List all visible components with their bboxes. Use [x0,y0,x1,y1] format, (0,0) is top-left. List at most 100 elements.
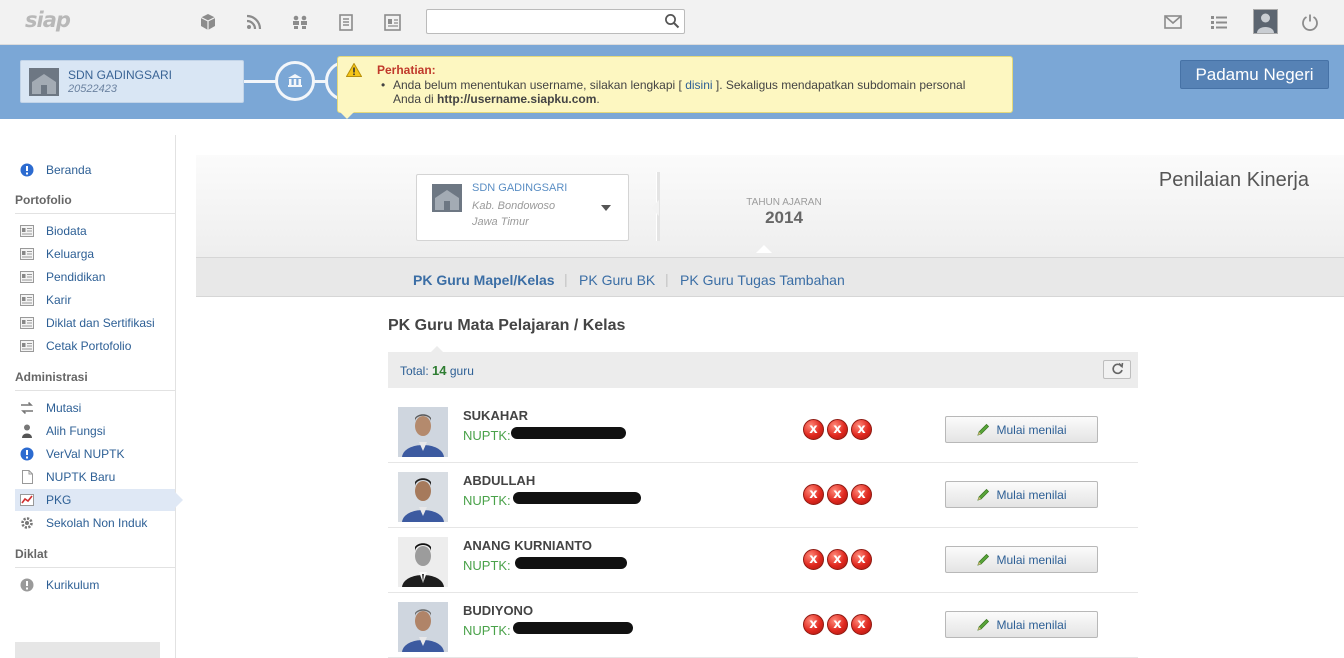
tab-pk-guru-bk[interactable]: PK Guru BK [579,272,655,288]
teacher-photo [398,407,448,457]
sidebar-item-label: Mutasi [46,401,82,415]
selector-school-name: SDN GADINGSARI [472,182,568,194]
total-bar [388,352,1138,388]
tahun-ajaran-year[interactable]: 2014 [724,208,844,228]
sidebar-item-pkg[interactable]: PKG [15,489,183,511]
refresh-button[interactable] [1103,360,1131,379]
alert-pointer [340,112,354,119]
sidebar-item-alih-fungsi[interactable]: Alih Fungsi [15,420,175,442]
mulai-menilai-button[interactable]: Mulai menilai [945,611,1098,638]
pencil-icon [976,618,990,632]
teacher-name: ANANG KURNIANTO [463,538,593,553]
alert-link-disini[interactable]: disini [685,78,712,92]
sidebar-item-verval-nuptk[interactable]: VerVal NUPTK [15,443,175,465]
button-label: Mulai menilai [996,552,1067,567]
teacher-photo [398,602,448,652]
rss-icon[interactable] [243,11,265,33]
mulai-menilai-button[interactable]: Mulai menilai [945,546,1098,573]
status-fail-icon: x [803,484,824,505]
sidebar-item-label: Sekolah Non Induk [46,516,148,530]
status-fail-icon: x [851,549,872,570]
mail-icon[interactable] [1162,11,1184,33]
sidebar-item-cetak-portofolio[interactable]: Cetak Portofolio [15,335,175,357]
search-icon[interactable] [664,13,680,32]
redaction-bar [513,622,633,634]
button-label: Mulai menilai [996,487,1067,502]
sidebar-item-mutasi[interactable]: Mutasi [15,397,175,419]
teacher-nuptk: NUPTK: [463,427,626,443]
person-icon [20,424,34,438]
pencil-icon [976,553,990,567]
app-logo[interactable]: siap [25,8,71,32]
status-fail-icon: x [827,484,848,505]
selector-kabupaten: Kab. Bondowoso [472,200,556,212]
teacher-name: ABDULLAH [463,473,536,488]
sidebar-item-pendidikan[interactable]: Pendidikan [15,266,175,288]
tab-pk-guru-mapel[interactable]: PK Guru Mapel/Kelas [413,272,555,288]
user-avatar-icon[interactable] [1253,9,1278,34]
power-icon[interactable] [1299,11,1321,33]
id-card-icon[interactable] [381,11,403,33]
tab-pk-guru-tugas-tambahan[interactable]: PK Guru Tugas Tambahan [680,272,845,288]
sidebar-item-label: Cetak Portofolio [46,339,132,353]
teacher-name: SUKAHAR [463,408,528,423]
sidebar-item-diklat-sertifikasi[interactable]: Diklat dan Sertifikasi [15,312,175,334]
selector-provinsi: Jawa Timur [472,216,529,228]
sidebar-item-kurikulum[interactable]: Kurikulum [15,574,175,596]
teacher-row: ANANG KURNIANTO NUPTK: x x x Mulai menil… [388,528,1138,593]
sidebar-item-label: Biodata [46,224,87,238]
nuptk-label: NUPTK: [463,493,511,508]
sidebar-header-diklat: Diklat [15,547,175,568]
teacher-nuptk: NUPTK: [463,622,633,638]
sidebar-item-label: Pendidikan [46,270,106,284]
mulai-menilai-button[interactable]: Mulai menilai [945,481,1098,508]
chevron-down-icon[interactable] [601,205,611,211]
sidebar-item-sekolah-non-induk[interactable]: Sekolah Non Induk [15,512,175,534]
school-building-icon [29,68,59,99]
refresh-icon [1111,362,1124,378]
info-icon [20,163,34,177]
teacher-photo [398,537,448,587]
total-count: Total: 14 guru [400,363,474,378]
sidebar-item-karir[interactable]: Karir [15,289,175,311]
school-building-icon [432,184,462,215]
year-pointer [756,245,772,253]
pencil-icon [976,423,990,437]
sidebar: Beranda Portofolio Biodata Keluarga Pend… [0,135,183,658]
padamu-negeri-button[interactable]: Padamu Negeri [1180,60,1329,89]
sidebar-item-nuptk-baru[interactable]: NUPTK Baru [15,466,175,488]
step-school-button[interactable] [275,61,315,101]
sidebar-header-portofolio: Portofolio [15,193,175,214]
mulai-menilai-button[interactable]: Mulai menilai [945,416,1098,443]
redaction-bar [513,492,641,504]
button-label: Mulai menilai [996,617,1067,632]
sidebar-item-label: Kurikulum [46,578,100,592]
total-number: 14 [432,363,447,378]
sidebar-item-biodata[interactable]: Biodata [15,220,175,242]
list-icon[interactable] [1208,11,1230,33]
teacher-photo [398,472,448,522]
document-icon[interactable] [335,11,357,33]
package-icon[interactable] [197,11,219,33]
alert-text: Anda belum menentukan username, silakan … [393,78,686,92]
info-icon [20,447,34,461]
tahun-ajaran-label: TAHUN AJARAN [746,197,822,208]
teacher-row: SUKAHAR NUPTK: x x x Mulai menilai [388,398,1138,463]
alert-message: • Anda belum menentukan username, silaka… [381,78,966,106]
sidebar-item-beranda[interactable]: Beranda [15,159,175,181]
transfer-icon [20,401,34,415]
alert-url: http://username.siapku.com [437,92,597,106]
sidebar-item-keluarga[interactable]: Keluarga [15,243,175,265]
gear-icon [20,516,34,530]
alert-title: Perhatian: [377,63,436,77]
status-fail-icon: x [803,549,824,570]
sidebar-item-label: Keluarga [46,247,95,261]
search-input[interactable] [426,9,685,34]
school-card[interactable]: SDN GADINGSARI 20522423 [20,60,244,103]
warning-icon [345,62,363,80]
status-fail-icon: x [803,419,824,440]
school-selector[interactable]: SDN GADINGSARI Kab. Bondowoso Jawa Timur [416,174,629,241]
people-icon[interactable] [289,11,311,33]
card-icon [20,293,34,307]
tab-separator: | [564,271,568,287]
